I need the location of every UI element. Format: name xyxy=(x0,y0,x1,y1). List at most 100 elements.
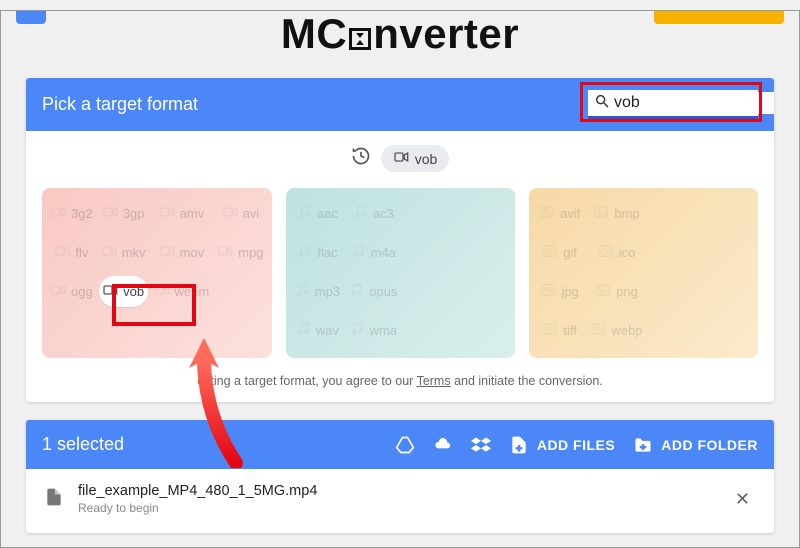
terms-link[interactable]: Terms xyxy=(417,374,451,388)
remove-file-button[interactable]: ✕ xyxy=(729,485,756,514)
format-empty xyxy=(702,276,752,307)
format-vob[interactable]: vob xyxy=(99,276,148,307)
format-gif[interactable]: gif xyxy=(535,237,585,268)
format-ico[interactable]: ico xyxy=(588,237,644,268)
format-picker-card: Pick a target format ✕ vob 3g23gpamvavif… xyxy=(26,78,774,402)
audio-icon xyxy=(296,204,312,223)
format-bmp[interactable]: bmp xyxy=(588,198,644,229)
video-icon xyxy=(102,282,118,301)
file-status: Ready to begin xyxy=(78,501,715,515)
format-jpg[interactable]: jpg xyxy=(535,276,585,307)
brand-pre: MC xyxy=(281,10,347,57)
audio-icon xyxy=(349,321,365,340)
video-icon xyxy=(102,204,118,223)
format-empty xyxy=(458,276,509,307)
queue-card: 1 selected ADD FILES ADD FOLDER xyxy=(26,420,774,533)
format-avi[interactable]: avi xyxy=(215,198,265,229)
format-search-input[interactable] xyxy=(610,92,774,114)
video-icon xyxy=(50,282,66,301)
history-icon xyxy=(351,146,371,171)
recent-row: vob xyxy=(26,131,774,180)
format-3g2[interactable]: 3g2 xyxy=(48,198,95,229)
format-empty xyxy=(403,237,454,268)
top-accent-right xyxy=(654,10,784,24)
file-icon xyxy=(44,487,64,512)
format-flv[interactable]: flv xyxy=(48,237,95,268)
top-accent-left xyxy=(16,10,46,24)
image-icon xyxy=(593,204,609,223)
video-icon xyxy=(222,204,238,223)
format-webp[interactable]: webp xyxy=(588,315,644,346)
format-mov[interactable]: mov xyxy=(152,237,212,268)
format-empty xyxy=(649,198,699,229)
image-icon xyxy=(595,282,611,301)
group-video: 3g23gpamvavi flvmkvmovmpg oggvobwebm xyxy=(42,188,272,358)
format-ac3[interactable]: ac3 xyxy=(346,198,399,229)
add-file-icon xyxy=(509,435,529,455)
format-empty xyxy=(458,315,509,346)
format-empty xyxy=(403,315,454,346)
queue-header: 1 selected ADD FILES ADD FOLDER xyxy=(26,420,774,469)
audio-icon xyxy=(295,321,311,340)
image-icon xyxy=(542,243,558,262)
add-files-button[interactable]: ADD FILES xyxy=(509,435,615,455)
audio-icon xyxy=(352,204,368,223)
file-row: file_example_MP4_480_1_5MG.mp4 Ready to … xyxy=(26,469,774,533)
video-icon xyxy=(393,149,409,168)
video-icon xyxy=(159,243,175,262)
file-name: file_example_MP4_480_1_5MG.mp4 xyxy=(78,483,715,499)
video-icon xyxy=(50,204,66,223)
video-icon xyxy=(154,282,170,301)
format-mp3[interactable]: mp3 xyxy=(292,276,343,307)
format-webm[interactable]: webm xyxy=(152,276,212,307)
image-icon xyxy=(539,204,555,223)
image-icon xyxy=(598,243,614,262)
format-amv[interactable]: amv xyxy=(152,198,212,229)
format-search[interactable]: ✕ xyxy=(588,90,758,119)
format-empty xyxy=(458,237,509,268)
format-mkv[interactable]: mkv xyxy=(99,237,148,268)
format-png[interactable]: png xyxy=(588,276,644,307)
format-picker-header: Pick a target format ✕ xyxy=(26,78,774,131)
format-wav[interactable]: wav xyxy=(292,315,343,346)
format-empty xyxy=(458,198,509,229)
format-empty xyxy=(403,276,454,307)
format-empty xyxy=(403,198,454,229)
format-empty xyxy=(649,237,699,268)
audio-icon xyxy=(348,282,364,301)
format-aac[interactable]: aac xyxy=(292,198,343,229)
video-icon xyxy=(217,243,233,262)
format-flac[interactable]: flac xyxy=(292,237,343,268)
format-ogg[interactable]: ogg xyxy=(48,276,95,307)
audio-icon xyxy=(294,282,310,301)
brand-post: nverter xyxy=(373,10,519,57)
audio-icon xyxy=(350,243,366,262)
brand-glyph-icon xyxy=(349,28,371,50)
recent-format-chip[interactable]: vob xyxy=(381,145,450,172)
recent-format-label: vob xyxy=(415,151,438,167)
group-audio: aacac3flacm4amp3opuswavwma xyxy=(286,188,515,358)
format-mpg[interactable]: mpg xyxy=(215,237,265,268)
google-drive-icon[interactable] xyxy=(395,435,415,455)
onedrive-icon[interactable] xyxy=(433,435,453,455)
image-icon xyxy=(540,282,556,301)
image-icon xyxy=(590,321,606,340)
add-folder-button[interactable]: ADD FOLDER xyxy=(633,435,758,455)
format-wma[interactable]: wma xyxy=(346,315,399,346)
cloud-sources xyxy=(395,435,491,455)
format-avif[interactable]: avif xyxy=(535,198,585,229)
file-meta: file_example_MP4_480_1_5MG.mp4 Ready to … xyxy=(78,483,715,515)
format-opus[interactable]: opus xyxy=(346,276,399,307)
format-empty xyxy=(702,315,752,346)
format-empty xyxy=(215,276,265,307)
selected-count: 1 selected xyxy=(42,434,124,455)
video-icon xyxy=(159,204,175,223)
format-m4a[interactable]: m4a xyxy=(346,237,399,268)
format-3gp[interactable]: 3gp xyxy=(99,198,148,229)
format-empty xyxy=(702,198,752,229)
dropbox-icon[interactable] xyxy=(471,435,491,455)
video-icon xyxy=(101,243,117,262)
format-tiff[interactable]: tiff xyxy=(535,315,585,346)
group-image: avifbmpgificojpgpngtiffwebp xyxy=(529,188,758,358)
format-empty xyxy=(649,276,699,307)
